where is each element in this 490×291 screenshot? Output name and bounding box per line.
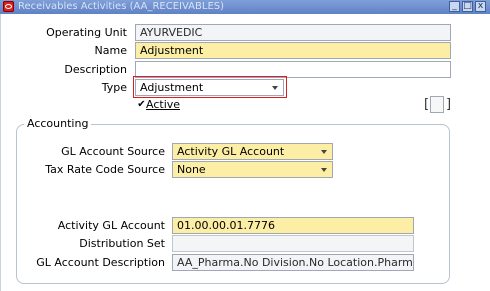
flex-bracket-right: ]: [446, 97, 452, 112]
operating-unit-label: Operating Unit: [46, 26, 127, 39]
gl-account-description-field[interactable]: AA_Pharma.No Division.No Location.Pharma…: [172, 254, 414, 271]
descriptive-flexfield[interactable]: [430, 96, 444, 113]
gl-account-description-label: GL Account Description: [36, 256, 165, 269]
window-title: Receivables Activities (AA_RECEIVABLES): [18, 1, 225, 12]
distribution-set-label: Distribution Set: [79, 237, 165, 250]
oracle-logo-icon: [3, 1, 14, 12]
chevron-down-icon[interactable]: [321, 168, 327, 172]
close-button[interactable]: x: [475, 1, 486, 12]
flex-bracket-left: [: [424, 97, 430, 112]
name-label: Name: [94, 44, 127, 57]
operating-unit-field[interactable]: AYURVEDIC: [135, 24, 451, 41]
maximize-button[interactable]: □: [462, 1, 473, 12]
accounting-section-title: Accounting: [24, 117, 92, 131]
tax-rate-code-source-value: None: [177, 163, 206, 176]
gl-account-source-select[interactable]: Activity GL Account: [172, 143, 333, 160]
activity-gl-account-field[interactable]: 01.00.00.01.7776: [172, 217, 414, 234]
active-checkbox-label: Active: [146, 96, 180, 113]
gl-account-source-value: Activity GL Account: [177, 145, 285, 158]
title-bar: Receivables Activities (AA_RECEIVABLES) …: [0, 0, 490, 14]
name-field[interactable]: Adjustment: [135, 42, 451, 59]
type-select-value: Adjustment: [140, 81, 204, 94]
activity-gl-account-label: Activity GL Account: [57, 219, 165, 232]
chevron-down-icon[interactable]: [321, 150, 327, 154]
gl-account-source-label: GL Account Source: [61, 145, 165, 158]
minimize-button[interactable]: _: [449, 1, 460, 12]
type-label: Type: [101, 81, 127, 94]
distribution-set-field[interactable]: [172, 235, 414, 252]
tax-rate-code-source-label: Tax Rate Code Source: [45, 163, 165, 176]
description-label: Description: [64, 63, 127, 76]
active-label-text: Active: [146, 98, 181, 111]
type-select[interactable]: Adjustment: [135, 79, 284, 96]
tax-rate-code-source-select[interactable]: None: [172, 161, 333, 178]
chevron-down-icon[interactable]: [272, 86, 278, 90]
receivables-activities-window: Receivables Activities (AA_RECEIVABLES) …: [0, 0, 490, 291]
